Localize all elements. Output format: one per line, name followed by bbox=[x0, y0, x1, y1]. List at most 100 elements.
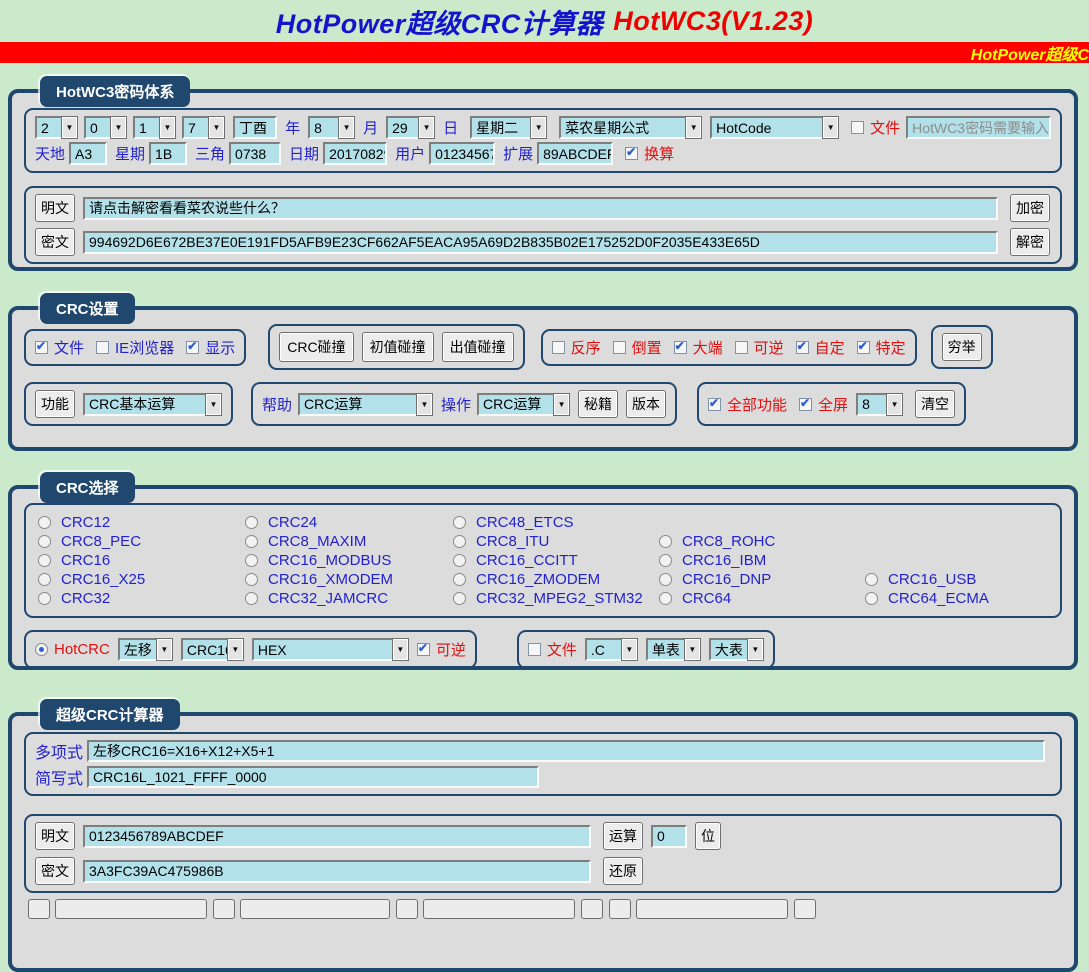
sanjiao-field[interactable]: 0738 bbox=[229, 142, 282, 165]
crc8-itu-radio-item[interactable]: CRC8_ITU bbox=[453, 532, 659, 551]
clipped-control[interactable] bbox=[55, 899, 207, 919]
riqi-field[interactable]: 20170829 bbox=[323, 142, 388, 165]
year-digit1-select[interactable]: 2 ▼ bbox=[35, 116, 78, 139]
code-type-select[interactable]: HotCode ▼ bbox=[710, 116, 840, 139]
table-select[interactable]: 单表 ▼ bbox=[645, 638, 701, 661]
year-digit3-select[interactable]: 1 ▼ bbox=[133, 116, 176, 139]
crc32-radio-item[interactable]: CRC32 bbox=[38, 589, 245, 608]
secret-button[interactable]: 秘籍 bbox=[578, 390, 619, 418]
crc32-jamcrc-radio-item[interactable]: CRC32_JAMCRC bbox=[245, 589, 453, 608]
clear-button[interactable]: 清空 bbox=[915, 390, 956, 418]
fullscreen-checkbox[interactable] bbox=[799, 396, 813, 411]
calc-ciphertext-input[interactable]: 3A3FC39AC475986B bbox=[83, 859, 591, 883]
sanjiao-label: 三角 bbox=[195, 146, 226, 163]
ganzhi-field[interactable]: 丁酉 bbox=[233, 116, 278, 139]
calc-plaintext-button[interactable]: 明文 bbox=[35, 822, 75, 850]
clipped-control[interactable] bbox=[396, 899, 418, 919]
crc64-ecma-radio-item[interactable]: CRC64_ECMA bbox=[865, 589, 989, 608]
ext-select[interactable]: .C ▼ bbox=[584, 638, 638, 661]
crc-collision-button[interactable]: CRC碰撞 bbox=[279, 332, 354, 362]
year-digit4-select[interactable]: 7 ▼ bbox=[182, 116, 225, 139]
output-file-checkbox[interactable] bbox=[527, 643, 541, 656]
kuozhan-field[interactable]: 89ABCDEF bbox=[537, 142, 614, 165]
allfunc-checkbox[interactable] bbox=[708, 396, 722, 411]
calc-run-button[interactable]: 运算 bbox=[603, 822, 643, 850]
formula-select[interactable]: 菜农星期公式 ▼ bbox=[559, 116, 703, 139]
short-field[interactable]: CRC16L_1021_FFFF_0000 bbox=[87, 766, 540, 788]
clipped-control[interactable] bbox=[28, 899, 50, 919]
convert-checkbox[interactable] bbox=[625, 145, 639, 160]
help-select[interactable]: CRC运算 ▼ bbox=[298, 392, 434, 416]
function-select[interactable]: CRC基本运算 ▼ bbox=[83, 392, 222, 416]
crc12-radio-item[interactable]: CRC12 bbox=[38, 513, 245, 532]
crc16-zmodem-radio-item[interactable]: CRC16_ZMODEM bbox=[453, 570, 659, 589]
settings-file-checkbox[interactable] bbox=[35, 339, 48, 354]
poly-field[interactable]: 左移CRC16=X16+X12+X5+1 bbox=[87, 740, 1046, 762]
file-checkbox[interactable] bbox=[851, 121, 865, 134]
tiandi-field[interactable]: A3 bbox=[69, 142, 108, 165]
crc16-usb-radio-item[interactable]: CRC16_USB bbox=[865, 570, 989, 589]
encrypt-button[interactable]: 加密 bbox=[1010, 194, 1050, 222]
exhaust-button[interactable]: 穷举 bbox=[941, 333, 982, 361]
crc16-dnp-radio-item[interactable]: CRC16_DNP bbox=[659, 570, 865, 589]
crc48-etcs-radio-item[interactable]: CRC48_ETCS bbox=[453, 513, 659, 532]
yonghu-field[interactable]: 01234567 bbox=[429, 142, 496, 165]
clipped-control[interactable] bbox=[581, 899, 603, 919]
hotcrc-reversible-checkbox[interactable] bbox=[416, 641, 430, 656]
year-digit2-select[interactable]: 0 ▼ bbox=[84, 116, 127, 139]
bits-button[interactable]: 位 bbox=[695, 822, 721, 850]
format-select[interactable]: HEX ▼ bbox=[251, 638, 409, 661]
function-button[interactable]: 功能 bbox=[35, 390, 75, 418]
crc8-maxim-radio-item[interactable]: CRC8_MAXIM bbox=[245, 532, 453, 551]
plaintext-button[interactable]: 明文 bbox=[35, 194, 75, 222]
shift-select[interactable]: 左移 ▼ bbox=[117, 638, 173, 661]
crc16-x25-radio-item[interactable]: CRC16_X25 bbox=[38, 570, 245, 589]
crc16-ccitt-radio-item[interactable]: CRC16_CCITT bbox=[453, 551, 659, 570]
hotcrc-radio[interactable] bbox=[35, 643, 48, 656]
bits-field[interactable]: 0 bbox=[651, 824, 687, 848]
reverse-checkbox[interactable] bbox=[551, 340, 565, 354]
plaintext-input[interactable]: 请点击解密看看菜农说些什么？ bbox=[83, 196, 998, 220]
table-size-select[interactable]: 大表 ▼ bbox=[708, 638, 764, 661]
weekday-select[interactable]: 星期二 ▼ bbox=[470, 116, 548, 139]
month-select[interactable]: 8 ▼ bbox=[308, 116, 356, 139]
crc64-radio-item[interactable]: CRC64 bbox=[659, 589, 865, 608]
crc-width-select[interactable]: CRC16▼ bbox=[180, 638, 244, 661]
clipped-control[interactable] bbox=[423, 899, 575, 919]
crc16-radio-item[interactable]: CRC16 bbox=[38, 551, 245, 570]
version-button[interactable]: 版本 bbox=[626, 390, 667, 418]
init-collision-button[interactable]: 初值碰撞 bbox=[361, 332, 434, 362]
ie-browser-checkbox[interactable] bbox=[96, 340, 110, 354]
crc8-rohc-radio-item[interactable]: CRC8_ROHC bbox=[659, 532, 865, 551]
crc16-ibm-radio-item[interactable]: CRC16_IBM bbox=[659, 551, 865, 570]
crc-column-2: CRC24 CRC8_MAXIM CRC16_MODBUS CRC16_XMOD… bbox=[245, 513, 453, 608]
filename-input[interactable]: HotWC3密码需要输入的文件名 bbox=[906, 116, 1051, 139]
show-checkbox[interactable] bbox=[186, 339, 200, 354]
clipped-control[interactable] bbox=[213, 899, 235, 919]
clipped-control[interactable] bbox=[609, 899, 631, 919]
crc24-radio-item[interactable]: CRC24 bbox=[245, 513, 453, 532]
crc32-mpeg2-stm32-radio-item[interactable]: CRC32_MPEG2_STM32 bbox=[453, 589, 659, 608]
crc16-xmodem-radio-item[interactable]: CRC16_XMODEM bbox=[245, 570, 453, 589]
specific-checkbox[interactable] bbox=[856, 339, 870, 354]
clipped-control[interactable] bbox=[794, 899, 816, 919]
invert-checkbox[interactable] bbox=[612, 340, 626, 354]
screen-select[interactable]: 8 ▼ bbox=[856, 392, 904, 416]
bigendian-checkbox[interactable] bbox=[673, 339, 687, 354]
calc-ciphertext-button[interactable]: 密文 bbox=[35, 857, 75, 885]
decrypt-button[interactable]: 解密 bbox=[1010, 228, 1050, 256]
crc16-modbus-radio-item[interactable]: CRC16_MODBUS bbox=[245, 551, 453, 570]
operate-select[interactable]: CRC运算 ▼ bbox=[477, 392, 571, 416]
ciphertext-button[interactable]: 密文 bbox=[35, 228, 75, 256]
out-collision-button[interactable]: 出值碰撞 bbox=[441, 332, 514, 362]
restore-button[interactable]: 还原 bbox=[603, 857, 643, 885]
crc8-pec-radio-item[interactable]: CRC8_PEC bbox=[38, 532, 245, 551]
clipped-control[interactable] bbox=[240, 899, 390, 919]
reversible-checkbox[interactable] bbox=[734, 340, 748, 354]
calc-plaintext-input[interactable]: 0123456789ABCDEF bbox=[83, 824, 591, 848]
custom-checkbox[interactable] bbox=[795, 339, 809, 354]
xingqi-field[interactable]: 1B bbox=[149, 142, 188, 165]
ciphertext-input[interactable]: 994692D6E672BE37E0E191FD5AFB9E23CF662AF5… bbox=[83, 230, 998, 254]
day-select[interactable]: 29 ▼ bbox=[386, 116, 436, 139]
clipped-control[interactable] bbox=[636, 899, 788, 919]
